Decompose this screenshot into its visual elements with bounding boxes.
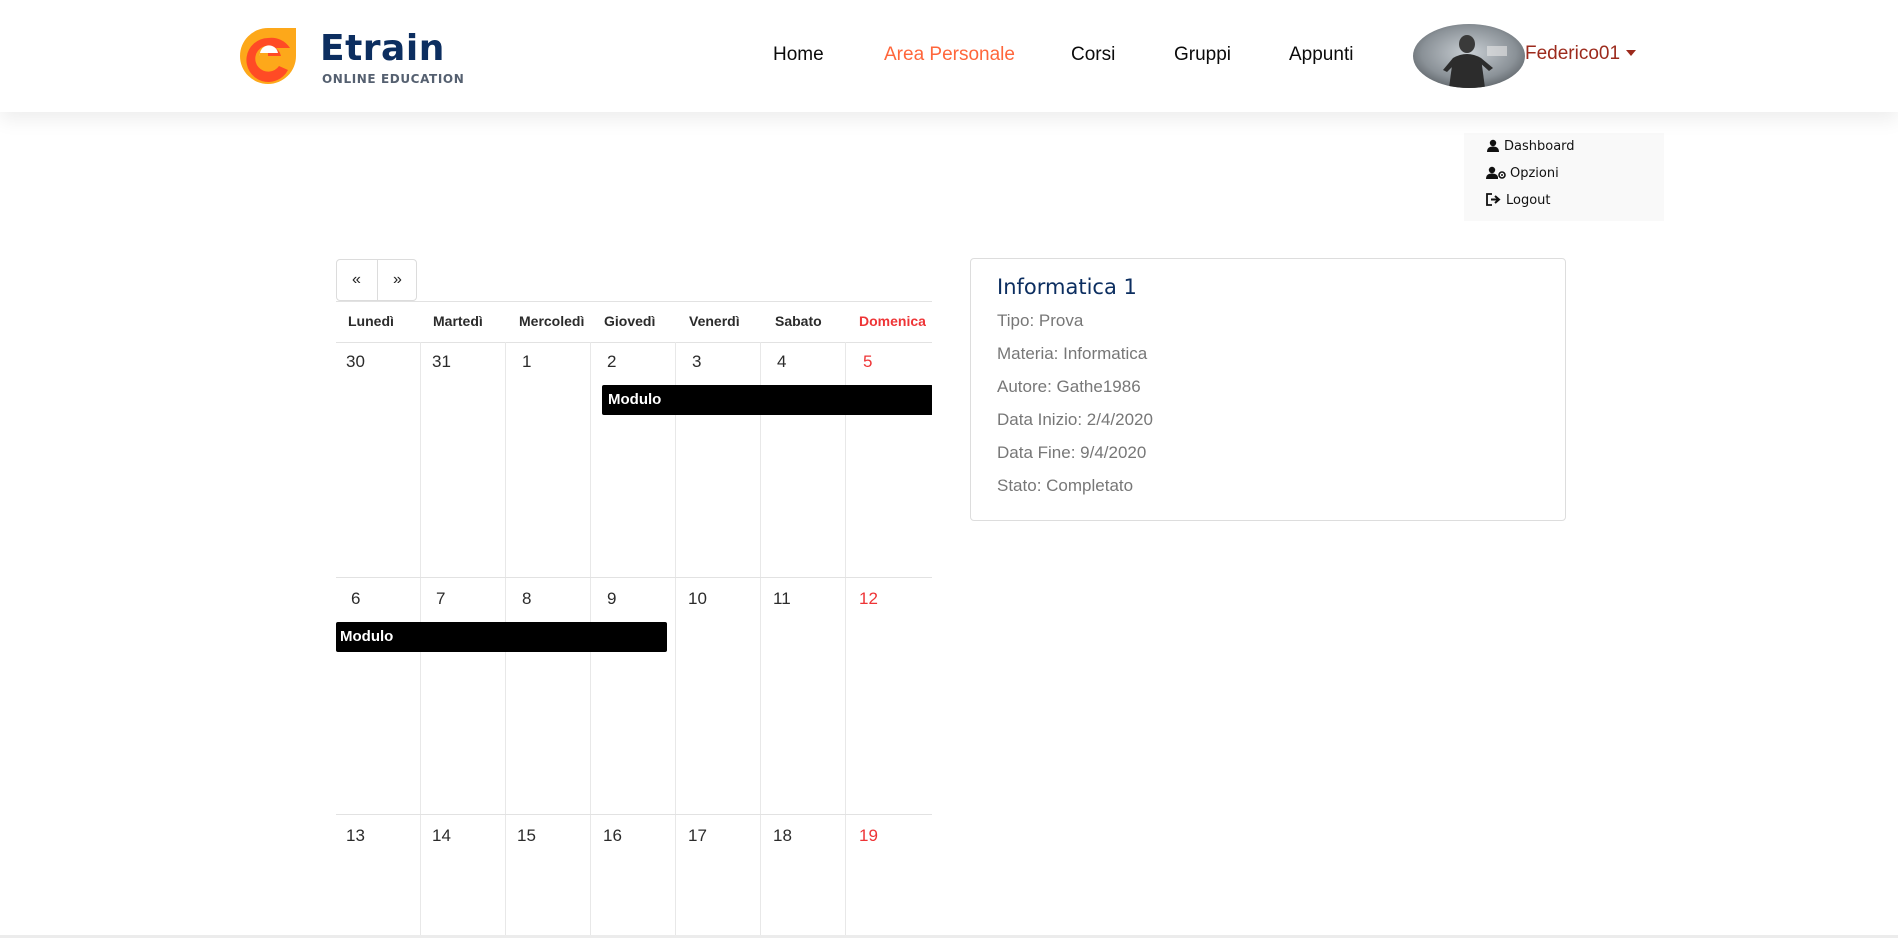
brand-logo[interactable]: Etrain ONLINE EDUCATION — [238, 26, 464, 90]
event-materia: Materia: Informatica — [997, 344, 1148, 363]
user-menu-toggle[interactable]: Federico01 — [1525, 43, 1637, 65]
event-autore: Autore: Gathe1986 — [997, 377, 1141, 396]
menu-item-dashboard[interactable]: Dashboard — [1486, 139, 1575, 154]
day-cell[interactable]: 30 — [346, 352, 365, 372]
brand-tagline: ONLINE EDUCATION — [322, 72, 465, 86]
logo-icon — [240, 28, 296, 84]
calendar-next-button[interactable]: » — [377, 260, 417, 300]
user-gear-icon — [1486, 166, 1506, 179]
calendar-nav: « » — [336, 259, 417, 301]
grid-line — [760, 342, 761, 938]
day-cell[interactable]: 4 — [777, 352, 786, 372]
menu-label-dashboard: Dashboard — [1504, 139, 1575, 154]
nav-home[interactable]: Home — [773, 44, 824, 66]
calendar-event[interactable]: Modulo — [602, 385, 932, 415]
grid-line — [845, 342, 846, 938]
event-details-card: Informatica 1 Tipo: Prova Materia: Infor… — [970, 258, 1566, 521]
day-cell[interactable]: 17 — [688, 826, 707, 846]
day-cell[interactable]: 8 — [522, 589, 531, 609]
user-dropdown-menu: Dashboard Opzioni Logout — [1464, 133, 1664, 221]
day-cell[interactable]: 3 — [692, 352, 701, 372]
day-cell-sunday[interactable]: 12 — [859, 589, 878, 609]
day-cell[interactable]: 6 — [351, 589, 360, 609]
nav-corsi[interactable]: Corsi — [1071, 44, 1115, 66]
day-cell[interactable]: 15 — [517, 826, 536, 846]
calendar: Lunedì Martedì Mercoledì Giovedì Venerdì… — [336, 301, 932, 938]
day-cell-sunday[interactable]: 5 — [863, 352, 872, 372]
avatar[interactable] — [1413, 24, 1525, 88]
menu-label-opzioni: Opzioni — [1510, 166, 1559, 181]
event-title: Informatica 1 — [997, 275, 1137, 299]
day-cell[interactable]: 2 — [607, 352, 616, 372]
grid-line — [336, 814, 932, 815]
user-icon — [1487, 139, 1499, 152]
nav-appunti[interactable]: Appunti — [1289, 44, 1353, 66]
day-cell[interactable]: 9 — [607, 589, 616, 609]
calendar-weekday-header: Lunedì Martedì Mercoledì Giovedì Venerdì… — [336, 301, 932, 343]
weekday-lunedi: Lunedì — [348, 313, 394, 329]
day-cell[interactable]: 18 — [773, 826, 792, 846]
calendar-event[interactable]: Modulo — [336, 622, 667, 652]
day-cell[interactable]: 31 — [432, 352, 451, 372]
grid-line — [336, 577, 932, 578]
grid-line — [675, 342, 676, 938]
day-cell[interactable]: 7 — [436, 589, 445, 609]
weekday-martedi: Martedì — [433, 313, 483, 329]
weekday-venerdi: Venerdì — [689, 313, 740, 329]
event-tipo: Tipo: Prova — [997, 311, 1084, 330]
event-data-fine: Data Fine: 9/4/2020 — [997, 443, 1147, 462]
day-cell[interactable]: 14 — [432, 826, 451, 846]
menu-item-opzioni[interactable]: Opzioni — [1486, 166, 1559, 181]
nav-gruppi[interactable]: Gruppi — [1174, 44, 1231, 66]
menu-item-logout[interactable]: Logout — [1486, 193, 1551, 208]
day-cell[interactable]: 11 — [773, 589, 791, 609]
day-cell[interactable]: 13 — [346, 826, 365, 846]
menu-label-logout: Logout — [1506, 193, 1551, 208]
weekday-mercoledi: Mercoledì — [519, 313, 585, 329]
username: Federico01 — [1525, 43, 1621, 64]
event-stato: Stato: Completato — [997, 476, 1134, 495]
day-cell[interactable]: 16 — [603, 826, 622, 846]
weekday-domenica: Domenica — [859, 313, 926, 329]
event-data-inizio: Data Inizio: 2/4/2020 — [997, 410, 1153, 429]
sign-out-icon — [1486, 193, 1501, 206]
day-cell-sunday[interactable]: 19 — [859, 826, 878, 846]
brand-name: Etrain — [320, 28, 445, 69]
weekday-sabato: Sabato — [775, 313, 822, 329]
nav-area-personale[interactable]: Area Personale — [884, 44, 1015, 66]
calendar-prev-button[interactable]: « — [337, 260, 376, 300]
site-header: Etrain ONLINE EDUCATION Home Area Person… — [0, 0, 1898, 112]
weekday-giovedi: Giovedì — [604, 313, 656, 329]
chevron-down-icon — [1626, 50, 1637, 56]
avatar-photo — [1413, 24, 1525, 88]
day-cell[interactable]: 10 — [688, 589, 707, 609]
day-cell[interactable]: 1 — [522, 352, 531, 372]
